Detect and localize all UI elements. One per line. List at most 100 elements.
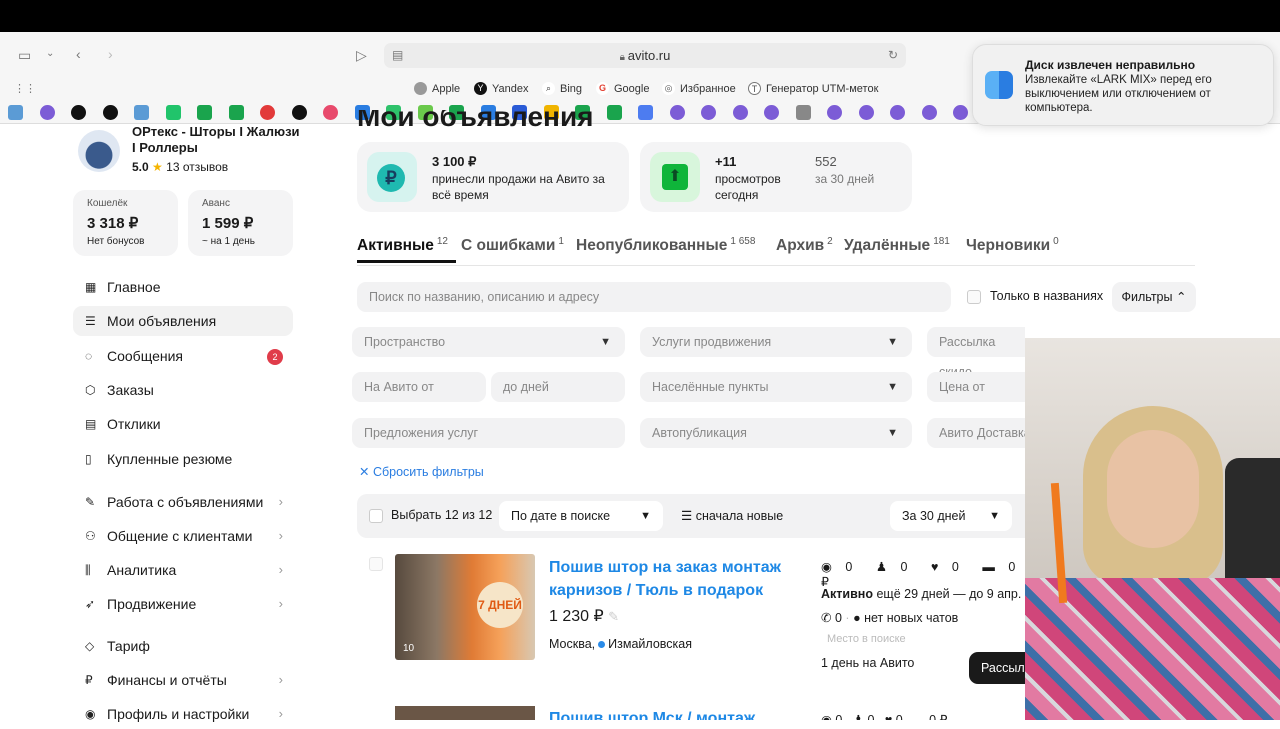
sidebar-item-orders[interactable]: ⬡ Заказы: [73, 375, 293, 405]
sidebar-item-responses[interactable]: ▤ Отклики: [73, 409, 293, 439]
a-ext-icon[interactable]: [796, 105, 811, 120]
tab-active[interactable]: Активные 12: [357, 236, 456, 264]
sidebar-item-label: Аналитика: [107, 562, 177, 578]
colorful-ext-icon[interactable]: [890, 105, 905, 120]
metric-value: 0: [951, 560, 959, 574]
sidebar-item-clients[interactable]: ⚇ Общение с клиентами ›: [73, 521, 293, 551]
cities-select[interactable]: Населённые пункты ▼: [640, 372, 912, 402]
listing-title[interactable]: Пошив штор Мск / монтаж: [549, 710, 755, 720]
tab-deleted[interactable]: Удалённые 181: [844, 236, 950, 255]
shop-name[interactable]: ОРтекс - Шторы I Жалюзи I Роллеры: [132, 124, 302, 156]
forward-icon[interactable]: ›: [108, 47, 113, 61]
reader-icon[interactable]: ▤: [392, 49, 403, 61]
sidebar-item-ad-work[interactable]: ✎ Работа с объявлениями ›: [73, 487, 293, 517]
promo-services-select[interactable]: Услуги продвижения ▼: [640, 327, 912, 357]
only-titles-checkbox[interactable]: [967, 290, 981, 304]
colorful-ext-icon[interactable]: [922, 105, 937, 120]
sidebar-item-resumes[interactable]: ▯ Купленные резюме: [73, 444, 293, 474]
sort-select[interactable]: По дате в поиске ▼: [499, 501, 663, 531]
listing-photo[interactable]: [395, 706, 535, 720]
sidebar-item-main[interactable]: ▦ Главное: [73, 272, 293, 302]
sidebar-item-tariff[interactable]: ◇ Тариф: [73, 631, 293, 661]
listing-photo[interactable]: 7 ДНЕЙ 10: [395, 554, 535, 660]
period-select[interactable]: За 30 дней ▼: [890, 501, 1012, 531]
sheet-ext-icon[interactable]: [607, 105, 622, 120]
listing-title[interactable]: Пошив штор на заказ монтаж карнизов / Тю…: [549, 556, 799, 602]
colorful-ext-icon[interactable]: [733, 105, 748, 120]
apps-grid-icon[interactable]: ⋮⋮: [14, 84, 36, 95]
services-select[interactable]: Предложения услуг: [352, 418, 625, 448]
advance-value: 1 599 ₽: [202, 215, 254, 232]
plus-ext-icon[interactable]: [292, 105, 307, 120]
sidebar-toggle-icon[interactable]: ▭: [18, 48, 31, 62]
sales-stat-card[interactable]: ₽ 3 100 ₽ принесли продажи на Авито за в…: [357, 142, 629, 212]
fav-google[interactable]: G Google: [596, 82, 649, 95]
discount-mailing-select[interactable]: Рассылка скидо: [927, 327, 1025, 379]
copyright-ext-icon[interactable]: [260, 105, 275, 120]
select-value: Автопубликация: [652, 426, 747, 440]
filters-button[interactable]: Фильтры ⌃: [1112, 282, 1196, 312]
fav-utm[interactable]: T Генератор UTM-меток: [748, 82, 878, 95]
search-input[interactable]: Поиск по названию, описанию и адресу: [357, 282, 951, 312]
autopub-select[interactable]: Автопубликация ▼: [640, 418, 912, 448]
sidebar-item-finance[interactable]: ₽ Финансы и отчёты ›: [73, 665, 293, 695]
sidebar-item-label: Мои объявления: [107, 313, 217, 329]
notification-body: Извлекайте «LARK MIX» перед его выключен…: [1025, 74, 1212, 114]
slash-ext-icon[interactable]: [103, 105, 118, 120]
space-select[interactable]: Пространство ▼: [352, 327, 625, 357]
delivery-select[interactable]: Авито Доставка: [927, 418, 1025, 448]
tab-errors[interactable]: С ошибками 1: [461, 236, 564, 255]
order-toggle[interactable]: ☰ сначала новые: [681, 508, 783, 523]
colorful-ext-icon[interactable]: [953, 105, 968, 120]
sidebar-item-promotion[interactable]: ➶ Продвижение ›: [73, 589, 293, 619]
edit-pencil-icon[interactable]: ✎: [608, 609, 619, 624]
price-from-input[interactable]: Цена от: [927, 372, 1025, 402]
tab-drafts[interactable]: Черновики 0: [966, 236, 1059, 255]
media-play-icon[interactable]: ▷: [356, 48, 367, 62]
sheet-ext-icon[interactable]: [229, 105, 244, 120]
tab-archive[interactable]: Архив 2: [776, 236, 833, 255]
colorful-ext-icon[interactable]: [670, 105, 685, 120]
views-stat-card[interactable]: ⬆ +11 просмотров сегодня 552 за 30 дней: [640, 142, 912, 212]
ext-icon[interactable]: [638, 105, 653, 120]
colorful-ext-icon[interactable]: [859, 105, 874, 120]
fav-apple[interactable]: Apple: [414, 82, 460, 95]
colorful-ext-icon[interactable]: [764, 105, 779, 120]
chevron-down-icon[interactable]: ⌄: [46, 49, 54, 59]
chart-ext-icon[interactable]: [134, 105, 149, 120]
fav-bing[interactable]: ⌕ Bing: [542, 82, 582, 95]
search-position[interactable]: Место в поиске: [827, 633, 906, 645]
chart-ext-icon[interactable]: [8, 105, 23, 120]
sidebar-item-profile[interactable]: ◉ Профиль и настройки ›: [73, 699, 293, 729]
sheet-ext-icon[interactable]: [197, 105, 212, 120]
select-all-checkbox[interactable]: [369, 509, 383, 523]
advance-card[interactable]: Аванс 1 599 ₽ ~ на 1 день: [188, 190, 293, 256]
to-days-input[interactable]: до дней: [491, 372, 625, 402]
colorful-ext-icon[interactable]: [827, 105, 842, 120]
ruble-icon: ₽: [85, 673, 93, 687]
sidebar-item-analytics[interactable]: ⫼ Аналитика ›: [73, 555, 293, 585]
reload-icon[interactable]: ↻: [888, 49, 898, 61]
listing-checkbox[interactable]: [369, 557, 383, 571]
shop-rating[interactable]: 5.0 ★ 13 отзывов: [132, 160, 228, 174]
select-value: Пространство: [364, 335, 446, 349]
tab-unpublished[interactable]: Неопубликованные 1 658: [576, 236, 755, 255]
ext-icon[interactable]: [323, 105, 338, 120]
system-notification[interactable]: Диск извлечен неправильно Извлекайте «LA…: [972, 44, 1274, 126]
back-icon[interactable]: ‹: [76, 47, 81, 61]
views-month-value: 552: [815, 154, 837, 169]
wallet-card[interactable]: Кошелёк 3 318 ₽ Нет бонусов: [73, 190, 178, 256]
plus-ext-icon[interactable]: [71, 105, 86, 120]
on-avito-from-input[interactable]: На Авито от: [352, 372, 486, 402]
fav-yandex[interactable]: Y Yandex: [474, 82, 529, 95]
reset-filters-link[interactable]: ✕ Сбросить фильтры: [359, 464, 484, 479]
sidebar-item-messages[interactable]: ◌ Сообщения 2: [73, 341, 293, 371]
sidebar-item-my-ads[interactable]: ☰ Мои объявления: [73, 306, 293, 336]
tab-count: 1 658: [730, 236, 756, 247]
colorful-ext-icon[interactable]: [40, 105, 55, 120]
shop-logo[interactable]: [78, 130, 120, 172]
star-ext-icon[interactable]: [166, 105, 181, 120]
address-bar[interactable]: 🔒︎ avito.ru: [384, 43, 906, 68]
fav-izbrannoe[interactable]: ◎ Избранное: [662, 82, 736, 95]
colorful-ext-icon[interactable]: [701, 105, 716, 120]
